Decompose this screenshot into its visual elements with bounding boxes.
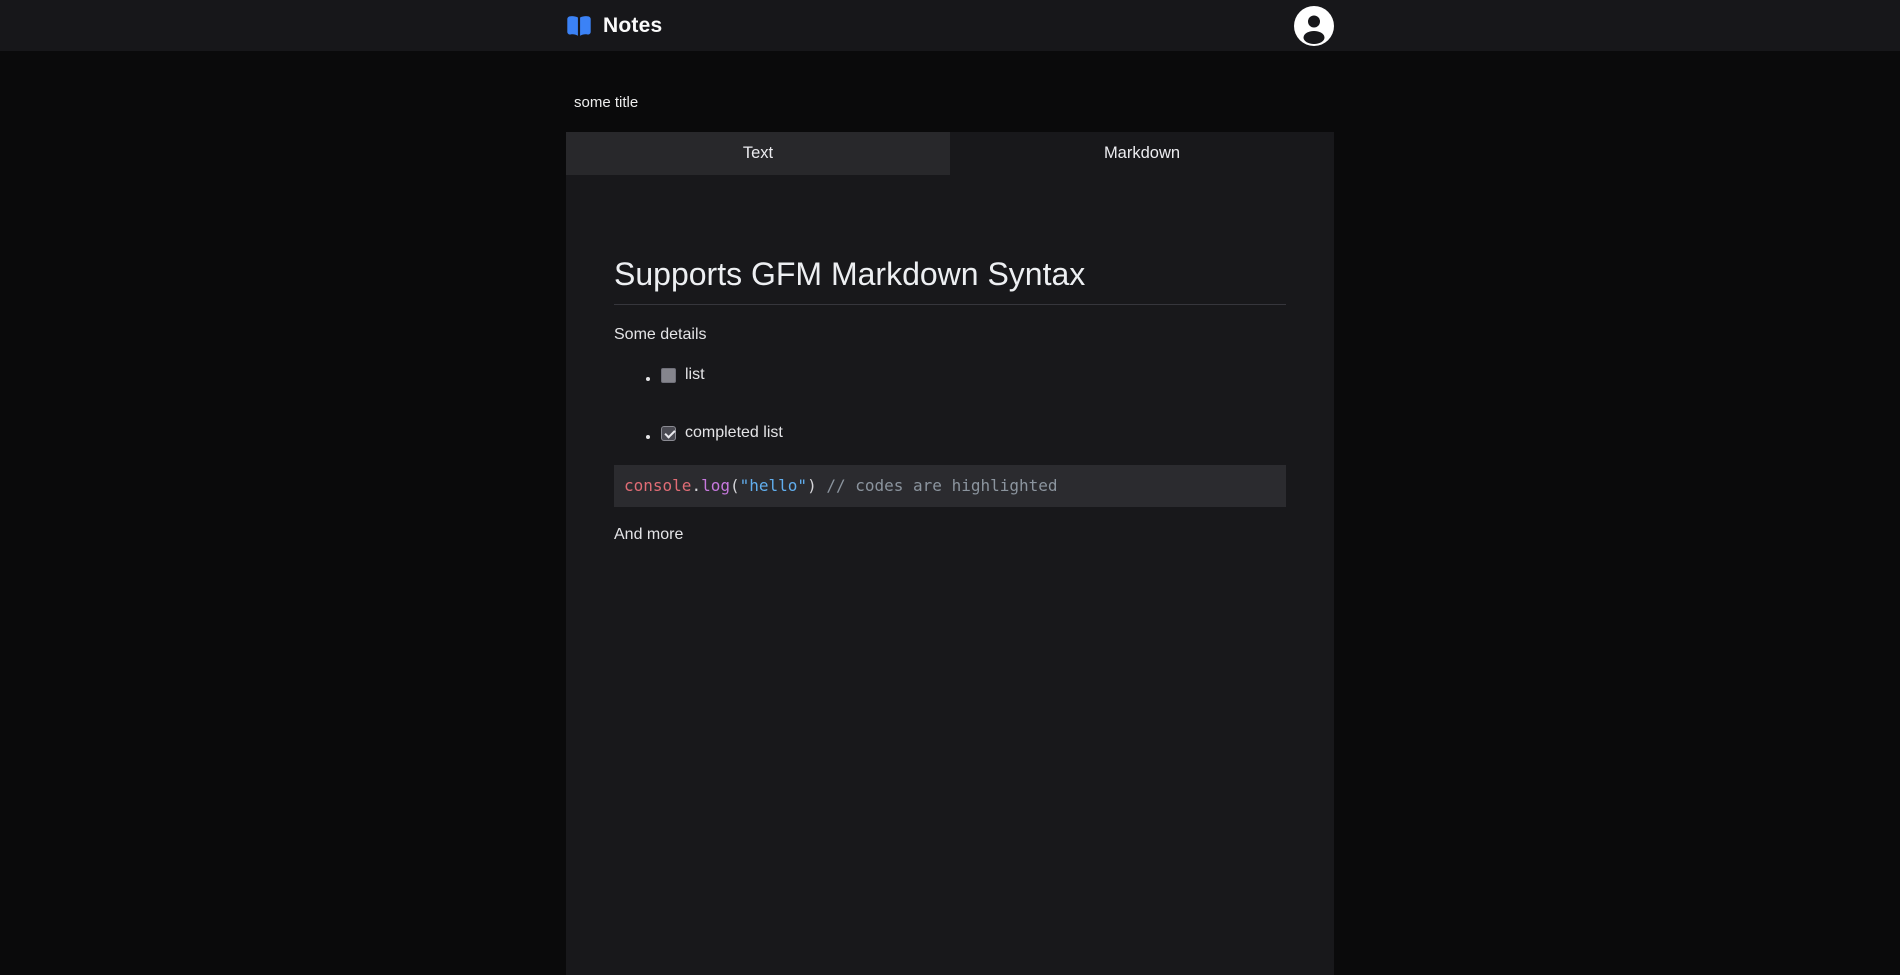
task-list-item: list: [661, 363, 1286, 387]
code-token-function: log: [701, 476, 730, 495]
tab-markdown[interactable]: Markdown: [950, 132, 1334, 175]
app-title: Notes: [603, 14, 662, 38]
task-checkbox-checked[interactable]: [661, 426, 676, 441]
view-tabs: Text Markdown: [566, 132, 1334, 175]
code-token-punct: ): [807, 476, 817, 495]
app-brand: Notes: [566, 14, 662, 38]
task-label: completed list: [685, 421, 783, 445]
user-avatar-button[interactable]: [1294, 6, 1334, 46]
task-list-item: completed list: [661, 421, 1286, 445]
code-block: console.log("hello") // codes are highli…: [614, 465, 1286, 507]
tab-text[interactable]: Text: [566, 132, 950, 175]
app-logo-book-icon: [566, 14, 592, 38]
code-token-string: "hello": [740, 476, 807, 495]
user-avatar-icon: [1294, 6, 1334, 46]
markdown-body: Supports GFM Markdown Syntax Some detail…: [566, 175, 1334, 611]
note-editor: Text Markdown Supports GFM Markdown Synt…: [566, 93, 1334, 975]
note-title-input[interactable]: [566, 93, 986, 113]
top-navbar: Notes: [0, 0, 1900, 51]
task-list: list completed list: [614, 363, 1286, 445]
code-token-punct: .: [691, 476, 701, 495]
navbar-container: Notes: [566, 0, 1334, 51]
preview-heading: Supports GFM Markdown Syntax: [614, 253, 1286, 305]
code-token-punct: (: [730, 476, 740, 495]
preview-paragraph: Some details: [614, 323, 1286, 347]
code-token-variable: console: [624, 476, 691, 495]
task-checkbox-unchecked[interactable]: [661, 368, 676, 383]
code-token-space: [817, 476, 827, 495]
task-label: list: [685, 363, 705, 387]
markdown-preview-panel: Supports GFM Markdown Syntax Some detail…: [566, 175, 1334, 975]
code-token-comment: // codes are highlighted: [826, 476, 1057, 495]
preview-closing-paragraph: And more: [614, 523, 1286, 547]
